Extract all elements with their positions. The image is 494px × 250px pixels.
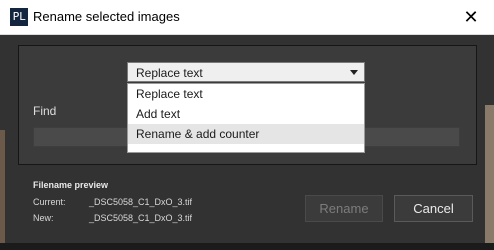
cancel-button[interactable]: Cancel — [394, 195, 473, 222]
mode-option-rename-add-counter[interactable]: Rename & add counter — [128, 124, 364, 144]
rename-button[interactable]: Rename — [305, 195, 383, 222]
chevron-down-icon — [350, 70, 358, 75]
close-button[interactable]: ✕ — [448, 0, 494, 34]
filename-preview-title: Filename preview — [33, 180, 109, 190]
mode-option-add-text[interactable]: Add text — [128, 104, 364, 124]
mode-dropdown-menu: Replace text Add text Rename & add count… — [127, 83, 365, 153]
dialog-body: Find Replace text Replace text Add text … — [0, 35, 494, 250]
background-image-strip-right — [485, 105, 494, 250]
title-bar: PL Rename selected images ✕ — [0, 0, 494, 35]
preview-new-label: New: — [33, 213, 54, 223]
find-label: Find — [33, 104, 57, 118]
background-image-strip-left — [0, 130, 5, 250]
background-image-strip-bottom — [0, 243, 494, 250]
mode-option-replace-text[interactable]: Replace text — [128, 84, 364, 104]
mode-select-value: Replace text — [136, 66, 203, 80]
preview-current-label: Current: — [33, 197, 66, 207]
options-panel: Find Replace text Replace text Add text … — [18, 45, 477, 165]
app-logo-icon: PL — [10, 8, 28, 26]
preview-new-value: _DSC5058_C1_DxO_3.tif — [89, 213, 193, 223]
preview-current-value: _DSC5058_C1_DxO_3.tif — [89, 197, 193, 207]
mode-select[interactable]: Replace text — [127, 62, 365, 82]
window-title: Rename selected images — [33, 9, 180, 24]
